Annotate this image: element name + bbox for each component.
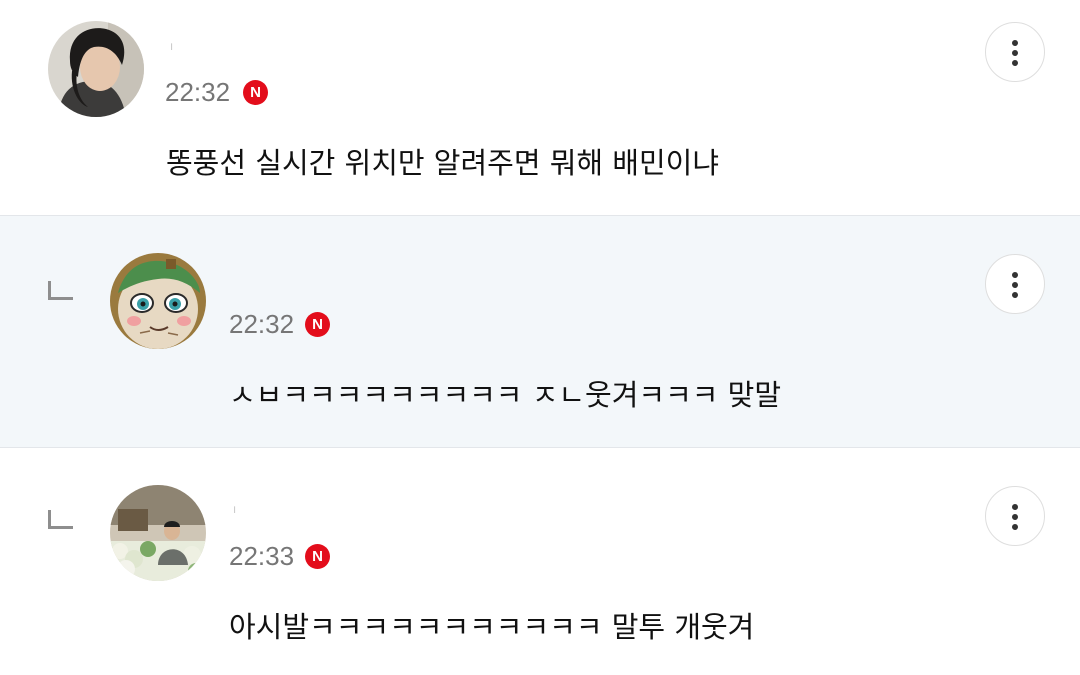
comment-time: 22:32 (229, 309, 295, 339)
reply-item: 22:32 N ㅅㅂㅋㅋㅋㅋㅋㅋㅋㅋㅋ ㅈㄴ웃겨ㅋㅋㅋ 맞말 (0, 216, 1080, 448)
comment-item: ㅣ 22:32 N 똥풍선 실시간 위치만 알려주면 뭐해 배민이냐 (0, 0, 1080, 216)
comment-text: 똥풍선 실시간 위치만 알려주면 뭐해 배민이냐 (166, 146, 720, 180)
author-name[interactable]: ㅣ (166, 40, 179, 50)
vertical-ellipsis-icon (1012, 504, 1018, 510)
comment-time: 22:32 (165, 77, 231, 107)
more-options-button[interactable] (985, 254, 1045, 314)
avatar[interactable] (48, 21, 144, 117)
vertical-ellipsis-icon (1012, 272, 1018, 278)
reply-arrow-icon (48, 510, 73, 529)
avatar[interactable] (110, 485, 206, 581)
author-name[interactable]: ㅣ (229, 503, 242, 513)
more-options-button[interactable] (985, 486, 1045, 546)
reply-item: ㅣ 22:33 N 아시발ㅋㅋㅋㅋㅋㅋㅋㅋㅋㅋㅋ 말투 개웃겨 (0, 448, 1080, 675)
new-badge-icon: N (305, 544, 330, 569)
comment-text: 아시발ㅋㅋㅋㅋㅋㅋㅋㅋㅋㅋㅋ 말투 개웃겨 (229, 610, 755, 644)
new-badge-icon: N (243, 80, 268, 105)
more-options-button[interactable] (985, 22, 1045, 82)
comment-time: 22:33 (229, 541, 295, 571)
vertical-ellipsis-icon (1012, 40, 1018, 46)
new-badge-icon: N (305, 312, 330, 337)
comment-text: ㅅㅂㅋㅋㅋㅋㅋㅋㅋㅋㅋ ㅈㄴ웃겨ㅋㅋㅋ 맞말 (229, 378, 782, 412)
reply-arrow-icon (48, 281, 73, 300)
avatar[interactable] (110, 253, 206, 349)
